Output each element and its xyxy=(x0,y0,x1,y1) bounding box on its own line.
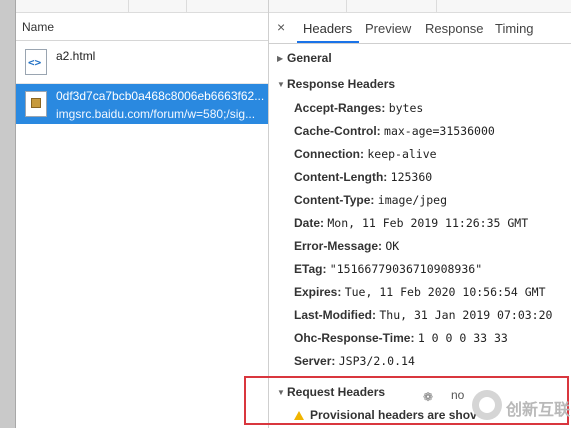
request-name: a2.html xyxy=(56,49,96,63)
strip-divider xyxy=(436,0,437,12)
header-value: Mon, 11 Feb 2019 11:26:35 GMT xyxy=(327,216,529,230)
header-row: Content-Type: image/jpeg xyxy=(294,193,447,207)
header-value: 1 0 0 0 33 33 xyxy=(417,331,508,345)
header-row: Last-Modified: Thu, 31 Jan 2019 07:03:20 xyxy=(294,308,552,322)
header-row: Expires: Tue, 11 Feb 2020 10:56:54 GMT xyxy=(294,285,546,299)
header-value: max-age=31536000 xyxy=(384,124,495,138)
watermark: ❁ no 创新互联 xyxy=(423,386,571,426)
header-value: JSP3/2.0.14 xyxy=(338,354,415,368)
brand-name: 创新互联 xyxy=(506,402,571,419)
request-row-image[interactable]: 0df3d7ca7bcb0a468c8006eb6663f62... imgsr… xyxy=(16,84,268,124)
header-key: ETag: xyxy=(294,262,327,276)
name-column-header[interactable]: Name xyxy=(16,13,268,41)
general-section-toggle[interactable]: ▶ General xyxy=(277,51,332,65)
wechat-icon: ❁ xyxy=(423,390,434,404)
header-value: "15166779036710908936" xyxy=(329,262,483,276)
tab-response[interactable]: Response xyxy=(425,21,484,36)
header-key: Expires: xyxy=(294,285,342,299)
brand-logo-icon xyxy=(472,390,502,420)
header-key: Ohc-Response-Time: xyxy=(294,331,415,345)
header-value: image/jpeg xyxy=(377,193,448,207)
request-list: Name <> a2.html 0df3d7ca7bcb0a468c8006eb… xyxy=(16,13,268,428)
header-key: Server: xyxy=(294,354,336,368)
header-row: Ohc-Response-Time: 1 0 0 0 33 33 xyxy=(294,331,508,345)
response-headers-toggle[interactable]: ▼ Response Headers xyxy=(277,77,395,91)
triangle-down-icon: ▼ xyxy=(277,80,285,89)
active-tab-indicator xyxy=(297,41,359,43)
header-value: bytes xyxy=(388,101,424,115)
header-row: Content-Length: 125360 xyxy=(294,170,432,184)
tab-timing[interactable]: Timing xyxy=(495,21,534,36)
strip-divider xyxy=(186,0,187,12)
header-value: Thu, 31 Jan 2019 07:03:20 xyxy=(379,308,553,322)
headers-panel: ▶ General ▼ Response Headers Accept-Ranges… xyxy=(269,44,571,428)
header-row: Error-Message: OK xyxy=(294,239,399,253)
header-key: Error-Message: xyxy=(294,239,383,253)
header-key: Connection: xyxy=(294,147,364,161)
tab-preview[interactable]: Preview xyxy=(365,21,411,36)
header-row: Cache-Control: max-age=31536000 xyxy=(294,124,495,138)
header-value: 125360 xyxy=(390,170,433,184)
header-key: Cache-Control: xyxy=(294,124,381,138)
header-value: keep-alive xyxy=(367,147,437,161)
top-column-strip xyxy=(16,0,571,13)
html-file-icon: <> xyxy=(25,49,47,75)
header-key: Last-Modified: xyxy=(294,308,376,322)
header-value: OK xyxy=(385,239,400,253)
header-value: Tue, 11 Feb 2020 10:56:54 GMT xyxy=(344,285,546,299)
request-row-a2[interactable]: <> a2.html xyxy=(16,41,268,83)
header-key: Content-Length: xyxy=(294,170,388,184)
header-row: ETag: "15166779036710908936" xyxy=(294,262,482,276)
header-row: Date: Mon, 11 Feb 2019 11:26:35 GMT xyxy=(294,216,528,230)
general-section-label: General xyxy=(287,51,332,65)
request-url: imgsrc.baidu.com/forum/w=580;/sig... xyxy=(56,107,256,121)
request-name: 0df3d7ca7bcb0a468c8006eb6663f62... xyxy=(56,89,265,103)
header-key: Date: xyxy=(294,216,325,230)
name-column-label: Name xyxy=(22,20,55,34)
header-row: Server: JSP3/2.0.14 xyxy=(294,354,415,368)
close-icon[interactable]: × xyxy=(277,19,285,35)
header-key: Accept-Ranges: xyxy=(294,101,386,115)
header-key: Content-Type: xyxy=(294,193,375,207)
tab-headers[interactable]: Headers xyxy=(303,21,352,36)
image-file-icon xyxy=(25,91,47,117)
strip-divider xyxy=(128,0,129,12)
header-row: Accept-Ranges: bytes xyxy=(294,101,423,115)
strip-divider xyxy=(346,0,347,12)
header-row: Connection: keep-alive xyxy=(294,147,437,161)
watermark-small-text: no xyxy=(451,388,465,402)
response-headers-label: Response Headers xyxy=(287,77,396,91)
triangle-right-icon: ▶ xyxy=(277,54,284,63)
left-scroll-edge xyxy=(0,0,15,428)
detail-tabs: × Headers Preview Response Timing xyxy=(269,13,571,44)
